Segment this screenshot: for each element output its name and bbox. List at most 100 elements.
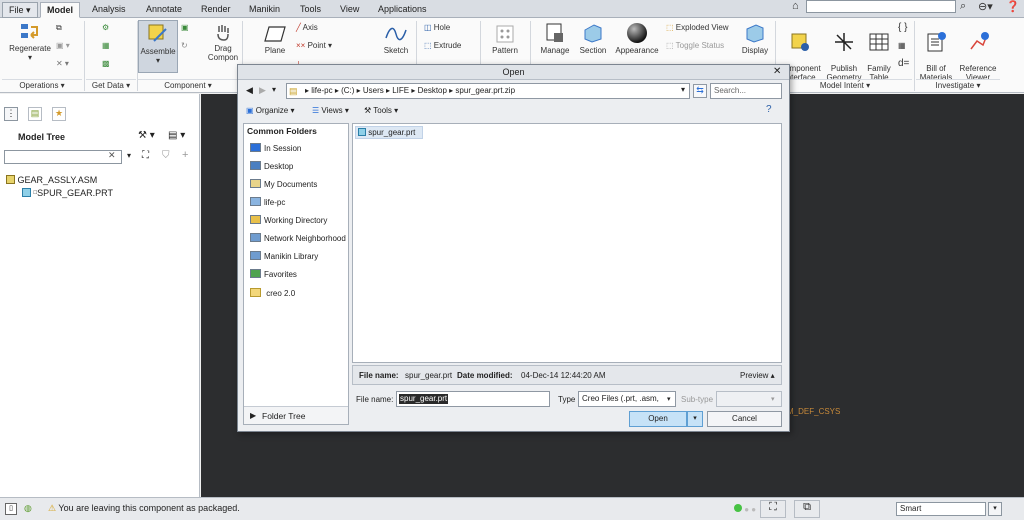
show-browser-icon[interactable]: ◍ [24,503,38,515]
breadcrumb-item[interactable]: Desktop [418,86,447,95]
tab-analysis[interactable]: Analysis [86,2,132,18]
group-investigate[interactable]: Investigate ▾ [916,79,1000,91]
d-equals-button[interactable]: d= [898,58,909,70]
breadcrumb-item[interactable]: LIFE [392,86,409,95]
user-defined-feature-icon[interactable]: ⚙ [102,22,109,34]
folder-item-manikin-library[interactable]: Manikin Library [250,250,318,264]
tab-render[interactable]: Render [195,2,237,18]
section-button[interactable]: Section [575,22,611,55]
close-icon[interactable]: ✕ [773,66,781,77]
tab-model[interactable]: Model [40,2,80,18]
command-search-input[interactable] [806,0,956,13]
tab-tools[interactable]: Tools [294,2,327,18]
drag-components-button[interactable]: Drag Compon [204,22,242,62]
tab-view[interactable]: View [334,2,365,18]
folder-item-in-session[interactable]: In Session [250,142,301,156]
assemble-button[interactable]: Assemble ▾ [138,20,178,73]
search-scope-icon[interactable]: ▾ [127,151,131,160]
exploded-view-button[interactable]: ⬚ Exploded View [666,22,729,34]
delete-icon[interactable]: ✕ ▾ [56,58,69,70]
find-icon[interactable]: ⛶ [760,500,786,518]
cancel-button[interactable]: Cancel [707,411,782,427]
group-model-intent[interactable]: Model Intent ▾ [778,79,912,91]
model-tree-search-input[interactable] [4,150,122,164]
history-dropdown-icon[interactable]: ▾ [272,85,276,94]
file-type-select[interactable]: Creo Files (.prt, .asm, [578,391,676,407]
model-tree-tab-icon[interactable]: ⋮ [4,107,18,121]
filter-icon[interactable]: ⛉ [162,150,170,161]
preview-toggle[interactable]: Preview ▴ [740,371,775,380]
folder-item-network[interactable]: Network Neighborhood [250,232,346,246]
selection-filter-select[interactable]: Smart [896,502,986,516]
address-bar[interactable]: ▤ ▸ life-pc ▸ (C:) ▸ Users ▸ LIFE ▸ Desk… [286,83,690,99]
tab-applications[interactable]: Applications [372,2,433,18]
tree-item-assembly[interactable]: GEAR_ASSLY.ASM [6,174,97,187]
copy-icon[interactable]: ⧉ [56,22,62,34]
plane-button[interactable]: Plane [256,24,294,55]
hole-button[interactable]: ◫ Hole [424,22,450,34]
show-navigator-icon[interactable]: ▯ [5,503,17,515]
parameters-icon[interactable]: ▦ [898,40,906,52]
address-dropdown-icon[interactable]: ▾ [681,85,685,94]
manage-views-button[interactable]: Manage [536,22,574,55]
tools-menu[interactable]: ⚒ Tools ▾ [364,106,398,115]
forward-icon[interactable]: ▶ [259,85,266,96]
toggle-status-button[interactable]: ⬚ Toggle Status [666,40,724,52]
axis-button[interactable]: ╱ Axis [296,22,318,34]
file-item[interactable]: spur_gear.prt [355,126,423,139]
display-style-button[interactable]: Display [738,22,772,55]
bill-of-materials-button[interactable]: Bill of Materials [916,22,956,82]
open-options-dropdown[interactable]: ▾ [687,411,703,427]
folder-tree-toggle[interactable]: ▶ Folder Tree [244,406,348,424]
folder-item-desktop[interactable]: Desktop [250,160,293,174]
search-icon[interactable]: ⌕ [960,0,966,13]
create-component-icon[interactable]: ▣ [181,22,189,34]
tab-annotate[interactable]: Annotate [140,2,188,18]
tab-file[interactable]: File ▾ [2,2,38,18]
regenerate-button[interactable]: Regenerate ▾ [4,22,56,62]
folder-browser-tab-icon[interactable]: ▤ [28,107,42,121]
tab-manikin[interactable]: Manikin [243,2,286,18]
group-component[interactable]: Component ▾ [138,79,238,91]
breadcrumb-item[interactable]: spur_gear.prt.zip [455,86,515,95]
group-get-data[interactable]: Get Data ▾ [86,79,136,91]
shrinkwrap-icon[interactable]: ▩ [102,58,110,70]
breadcrumb-item[interactable]: (C:) [341,86,354,95]
dialog-search-input[interactable]: Search... [710,83,782,99]
group-operations[interactable]: Operations ▾ [2,79,82,91]
clear-search-icon[interactable]: ✕ [108,150,116,161]
open-button[interactable]: Open [629,411,687,427]
organize-menu[interactable]: ▣ Organize ▾ [246,106,294,115]
ribbon-collapse-icon[interactable]: ⌂ [792,0,799,12]
family-table-button[interactable]: Family Table [864,22,894,82]
appearance-button[interactable]: Appearance [612,22,662,55]
favorites-tab-icon[interactable]: ★ [52,107,66,121]
help-icon[interactable]: ❓ [1006,0,1020,13]
breadcrumb-item[interactable]: Users [363,86,384,95]
folder-item-working-directory[interactable]: Working Directory [250,214,327,228]
extrude-button[interactable]: ⬚ Extrude [424,40,461,52]
tree-show-icon[interactable]: ▤ ▾ [168,130,185,141]
tree-settings-icon[interactable]: ⚒ ▾ [138,130,155,141]
paste-icon[interactable]: ▣ ▾ [56,40,70,52]
folder-item-life-pc[interactable]: life-pc [250,196,285,210]
folder-item-favorites[interactable]: Favorites [250,268,297,282]
point-button[interactable]: ×× Point ▾ [296,40,332,52]
tree-item-part[interactable]: □SPUR_GEAR.PRT [22,187,113,200]
chevron-down-icon[interactable]: ▾ [988,502,1002,516]
copy-geometry-icon[interactable]: ▦ [102,40,110,52]
folder-item-my-documents[interactable]: My Documents [250,178,317,192]
publish-geometry-button[interactable]: Publish Geometry [824,22,864,82]
relations-icon[interactable]: { } [898,22,907,34]
find-icon[interactable]: ⛶ [142,150,149,161]
chevron-down-icon[interactable]: ▾ [667,395,671,403]
back-icon[interactable]: ◀ [246,85,253,96]
refresh-icon[interactable]: ⇆ [693,84,707,98]
breadcrumb-item[interactable]: life-pc [311,86,332,95]
file-name-input[interactable]: spur_gear.prt [396,391,550,407]
reference-viewer-button[interactable]: Reference Viewer [956,22,1000,82]
help-icon[interactable]: ? [766,104,772,115]
sketch-button[interactable]: Sketch [378,24,414,55]
folder-item-creo[interactable]: creo 2.0 [250,287,295,301]
help-dropdown-icon[interactable]: ⊖▾ [978,0,993,13]
